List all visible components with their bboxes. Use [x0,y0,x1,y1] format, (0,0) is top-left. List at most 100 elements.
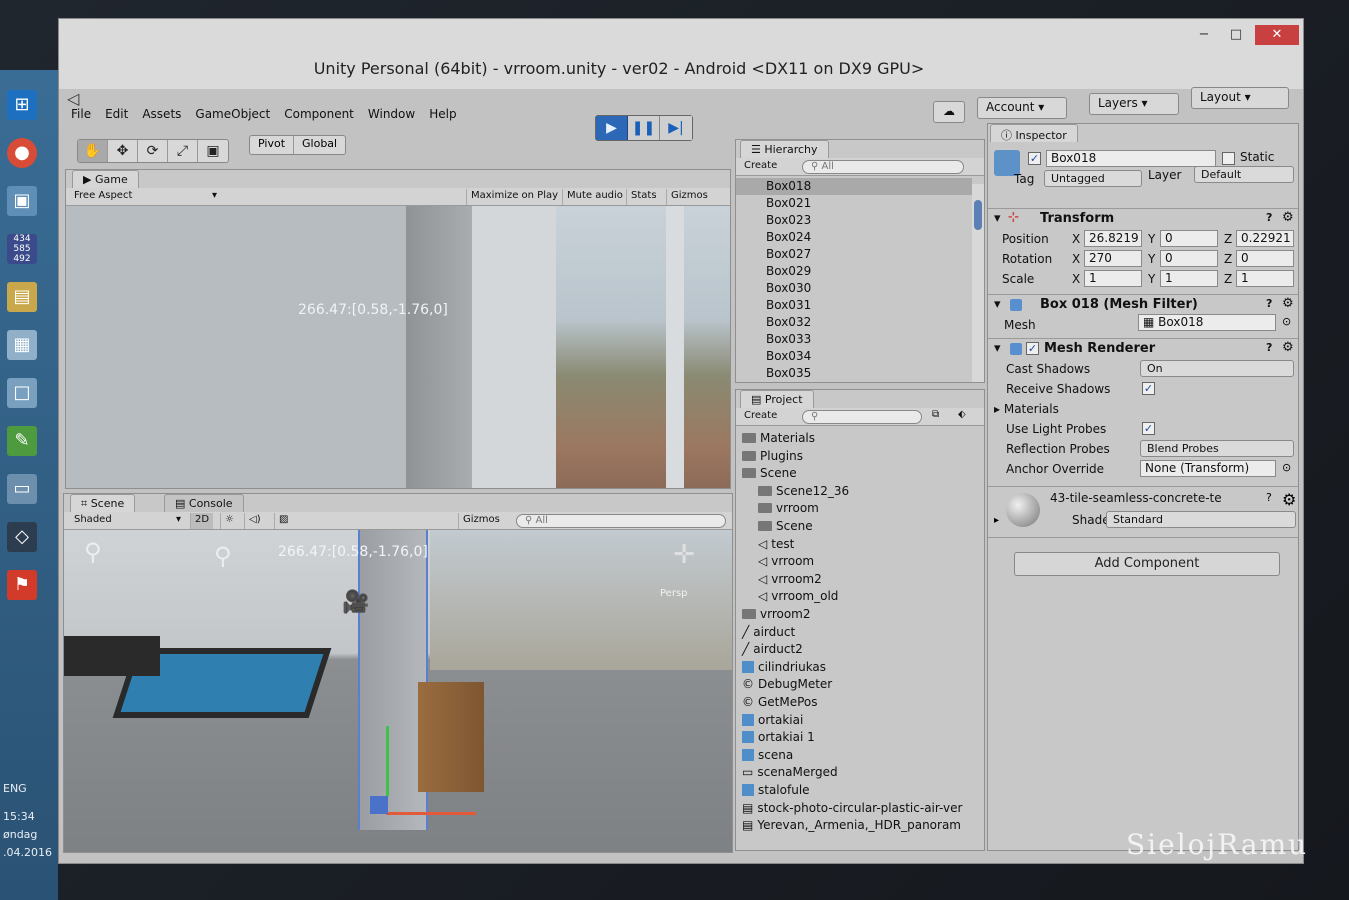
move-gizmo-y-axis[interactable] [386,726,389,796]
scene-viewport[interactable]: 266.47:[0.58,-1.76,0] Persp ✛ ⚲ ⚲ 🎥 [64,530,732,852]
mesh-renderer-foldout-icon[interactable]: ▾ [994,341,1001,356]
menu-gameobject[interactable]: GameObject [195,107,270,127]
mesh-filter-header[interactable]: ▾ Box 018 (Mesh Filter) ? ⚙ [988,294,1298,314]
project-item[interactable]: ◁ vrroom2 [758,571,822,588]
project-item[interactable]: vrroom [758,500,819,517]
materials-foldout[interactable]: ▸ Materials [994,402,1059,416]
project-item[interactable]: © DebugMeter [742,676,832,693]
project-item[interactable]: Scene [742,465,797,482]
project-item[interactable]: ▤ stock-photo-circular-plastic-air-ver [742,800,962,817]
gizmos-button[interactable]: Gizmos [666,189,712,205]
active-checkbox[interactable]: ✓ [1028,152,1041,165]
menu-help[interactable]: Help [429,107,456,127]
position-z-input[interactable]: 0.22921 [1236,230,1294,247]
side-table[interactable] [64,636,160,676]
minimize-button[interactable]: − [1189,25,1219,45]
hierarchy-scrollbar[interactable] [972,184,984,382]
hierarchy-item[interactable]: Box034 [736,348,972,365]
receive-shadows-checkbox[interactable]: ✓ [1142,382,1155,395]
global-button[interactable]: Global [294,136,345,154]
hierarchy-create-button[interactable]: Create [744,160,777,171]
cast-shadows-dropdown[interactable]: On [1140,360,1294,377]
object-picker-icon[interactable]: ⊙ [1282,315,1291,328]
notepad-icon[interactable]: ✎ [7,426,37,456]
scale-tool-icon[interactable]: ⤢ [168,140,198,162]
aspect-dropdown-arrow-icon[interactable]: ▾ [212,190,217,201]
mute-audio-button[interactable]: Mute audio [562,189,627,205]
hand-tool-icon[interactable]: ✋ [78,140,108,162]
transform-header[interactable]: ▾ ⊹ Transform ? ⚙ [988,208,1298,228]
shading-dropdown-arrow-icon[interactable]: ▾ [176,514,181,525]
pivot-button[interactable]: Pivot [250,136,295,154]
project-item[interactable]: © GetMePos [742,694,818,711]
project-item[interactable]: vrroom2 [742,606,811,623]
project-item[interactable]: ╱ airduct2 [742,641,803,658]
hierarchy-scroll-thumb[interactable] [974,200,982,230]
move-tool-icon[interactable]: ✥ [108,140,138,162]
keyboard-language[interactable]: ENG [3,782,27,795]
hierarchy-item[interactable]: Box023 [736,212,972,229]
tab-project[interactable]: ▤ Project [740,390,814,408]
persp-label[interactable]: Persp [660,588,688,599]
tab-inspector[interactable]: ⓘ Inspector [990,124,1078,142]
menu-component[interactable]: Component [284,107,354,127]
hierarchy-item[interactable]: Box024 [736,229,972,246]
window-app-icon[interactable]: □ [7,378,37,408]
tab-console[interactable]: ▤ Console [164,494,244,512]
layers-dropdown[interactable]: Layers ▾ [1089,93,1179,115]
rotation-y-input[interactable]: 0 [1160,250,1218,267]
project-item[interactable]: Materials [742,430,815,447]
pdf-reader-icon[interactable]: ⚑ [7,570,37,600]
wooden-cabinet[interactable] [418,682,484,792]
project-item[interactable]: Scene [758,518,813,535]
help-icon[interactable]: ? [1266,211,1272,224]
project-item[interactable]: Scene12_36 [758,483,849,500]
layout-dropdown[interactable]: Layout ▾ [1191,87,1289,109]
mesh-filter-foldout-icon[interactable]: ▾ [994,297,1001,312]
hierarchy-item[interactable]: Box029 [736,263,972,280]
hierarchy-item[interactable]: Box030 [736,280,972,297]
maximize-button[interactable]: □ [1221,25,1251,45]
project-item[interactable]: ◁ vrroom [758,553,814,570]
project-item[interactable]: ▤ Yerevan,_Armenia,_HDR_panoram [742,817,961,834]
settings-gear-icon[interactable]: ⚙ [1282,490,1296,509]
app-icon[interactable]: ▣ [7,186,37,216]
project-item[interactable]: ▭ scenaMerged [742,764,838,781]
2d-toggle-button[interactable]: 2D [190,513,214,529]
help-icon[interactable]: ? [1266,297,1272,310]
project-item[interactable]: stalofule [742,782,810,799]
scene-gizmos-button[interactable]: Gizmos [458,513,504,529]
filter-type-icon[interactable]: ⧉ [932,409,939,420]
stats-button[interactable]: Stats [626,189,661,205]
cloud-icon[interactable]: ☁ [933,101,965,123]
rotation-z-input[interactable]: 0 [1236,250,1294,267]
mesh-object-field[interactable]: ▦ Box018 [1138,314,1276,331]
rotation-x-input[interactable]: 270 [1084,250,1142,267]
project-item[interactable]: scena [742,747,793,764]
project-item[interactable]: Plugins [742,448,803,465]
hierarchy-item[interactable]: Box031 [736,297,972,314]
scale-x-input[interactable]: 1 [1084,270,1142,287]
menu-assets[interactable]: Assets [142,107,181,127]
monitor-icon[interactable]: ▭ [7,474,37,504]
hierarchy-item[interactable]: Box035 [736,365,972,382]
project-create-button[interactable]: Create [744,410,777,421]
position-x-input[interactable]: 26.8219 [1084,230,1142,247]
chrome-icon[interactable]: ● [7,138,37,168]
effects-toggle-icon[interactable]: ▨ [274,513,292,529]
add-component-button[interactable]: Add Component [1014,552,1280,576]
rotate-tool-icon[interactable]: ⟳ [138,140,168,162]
shader-dropdown[interactable]: Standard [1106,511,1296,528]
static-checkbox[interactable] [1222,152,1235,165]
filter-label-icon[interactable]: ⬖ [958,409,966,420]
step-button-icon[interactable]: ▶| [660,116,692,140]
tab-hierarchy[interactable]: ☰ Hierarchy [740,140,829,158]
calculator-icon[interactable]: ▦ [7,330,37,360]
hierarchy-item[interactable]: Box032 [736,314,972,331]
settings-gear-icon[interactable]: ⚙ [1282,210,1294,225]
game-viewport[interactable]: 266.47:[0.58,-1.76,0] [66,206,730,488]
menu-window[interactable]: Window [368,107,415,127]
project-item[interactable]: ortakiai 1 [742,729,815,746]
file-explorer-icon[interactable]: ▤ [7,282,37,312]
menu-edit[interactable]: Edit [105,107,128,127]
